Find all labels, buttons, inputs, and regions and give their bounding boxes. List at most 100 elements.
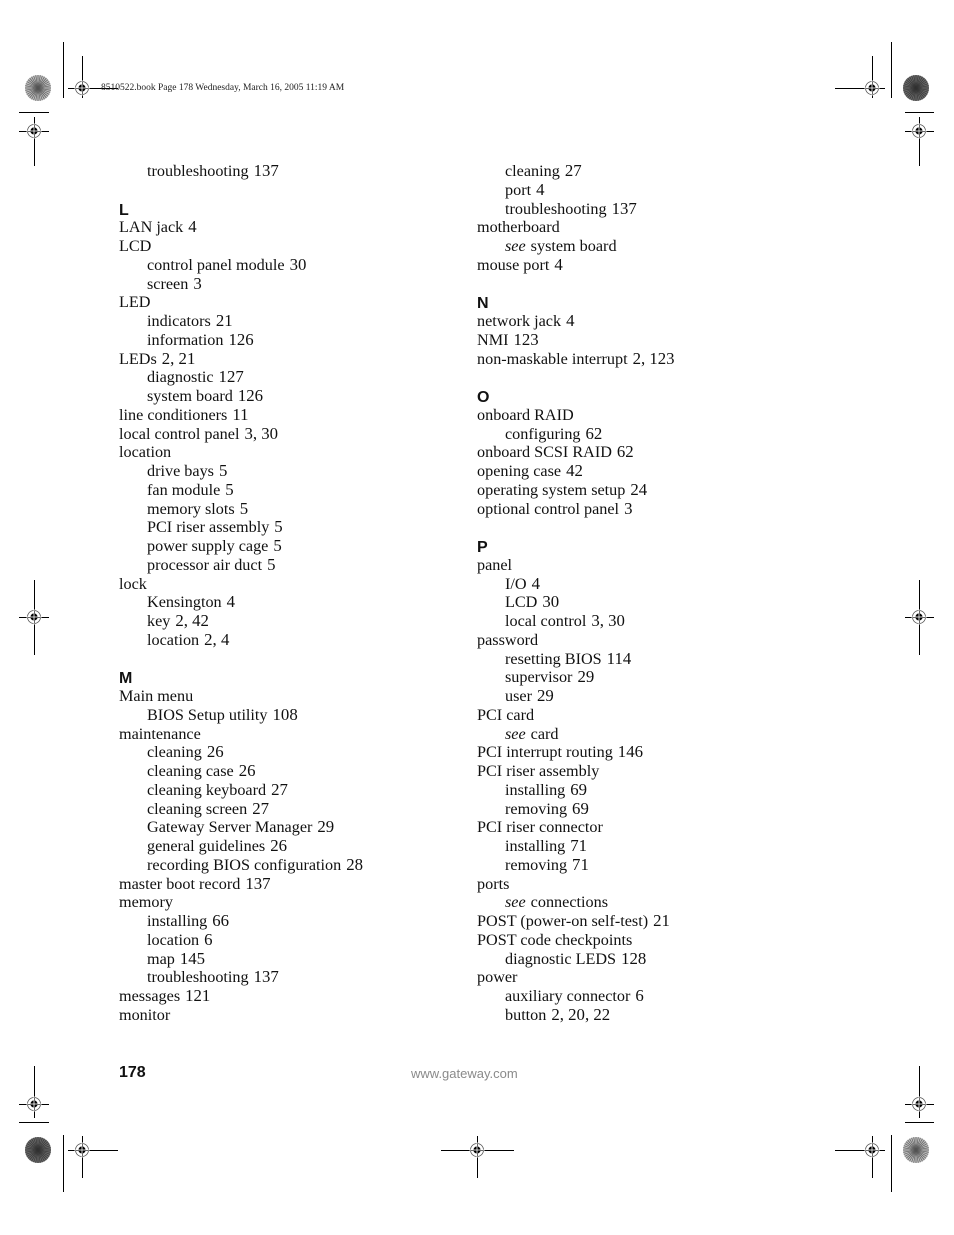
page-reference: 126	[237, 386, 264, 405]
index-subentry: memory slots 5	[119, 499, 449, 519]
index-term: mouse port	[477, 255, 550, 274]
page-reference: 4	[566, 311, 575, 330]
index-subentry: installing 71	[477, 836, 807, 856]
index-subentry: cleaning 26	[119, 742, 449, 762]
registration-target-icon	[469, 1142, 485, 1158]
index-subentry: key 2, 42	[119, 611, 449, 631]
registration-target-icon	[74, 80, 90, 96]
index-term: LCD	[505, 593, 538, 612]
index-term: POST (power-on self-test)	[477, 912, 649, 930]
index-entry: lock	[119, 575, 449, 594]
crop-line	[905, 112, 934, 113]
index-entry: PCI riser assembly	[477, 762, 807, 781]
index-term: general guidelines	[147, 837, 266, 855]
page-reference: 2, 21	[161, 348, 196, 368]
index-subentry: indicators 21	[119, 311, 449, 331]
page-reference: 27	[564, 161, 582, 180]
index-entry: opening case 42	[477, 461, 807, 481]
page-reference: 30	[289, 254, 307, 274]
page-reference: 26	[238, 761, 256, 780]
index-term: master boot record	[119, 874, 241, 893]
index-term: cleaning	[147, 743, 202, 762]
index-entry: LEDs 2, 21	[119, 348, 449, 369]
crop-line	[891, 42, 892, 98]
page-reference: 4	[188, 217, 197, 237]
registration-target-icon	[74, 1142, 90, 1158]
index-subentry: auxiliary connector 6	[477, 986, 807, 1006]
index-entry: power	[477, 968, 807, 987]
index-entry: Main menu	[119, 687, 449, 706]
index-term: system board	[147, 387, 233, 405]
index-term: map	[147, 949, 175, 968]
index-entry: panel	[477, 556, 807, 575]
page-number: 178	[119, 1064, 146, 1081]
index-term: non-maskable interrupt	[477, 349, 628, 368]
index-term: installing	[147, 912, 208, 930]
index-term: fan module	[147, 480, 221, 499]
index-entry: LAN jack 4	[119, 217, 449, 237]
index-term: cleaning screen	[147, 799, 248, 818]
registration-target-icon	[911, 1096, 927, 1112]
index-subentry: diagnostic LEDS 128	[477, 949, 807, 969]
page-reference: 62	[585, 423, 603, 443]
index-term: diagnostic	[147, 368, 214, 387]
page-reference: 145	[179, 948, 206, 968]
index-subentry: installing 66	[119, 911, 449, 931]
index-subentry: user 29	[477, 686, 807, 706]
index-entry: maintenance	[119, 725, 449, 744]
page-reference: 26	[206, 742, 224, 762]
index-term: onboard RAID	[477, 405, 574, 424]
index-subentry: cleaning screen 27	[119, 799, 449, 819]
index-term: connections	[530, 893, 608, 912]
page-reference: 137	[253, 967, 279, 987]
index-term: PCI card	[477, 705, 535, 724]
index-subentry: general guidelines 26	[119, 836, 449, 856]
index-term: messages	[119, 987, 181, 1005]
page-reference: 69	[572, 798, 589, 818]
index-term: indicators	[147, 312, 211, 330]
index-subentry: fan module 5	[119, 480, 449, 500]
page-reference: 123	[513, 329, 539, 349]
index-subentry: information 126	[119, 330, 449, 350]
index-subentry: cleaning keyboard 27	[119, 780, 449, 800]
index-term: troubleshooting	[147, 968, 249, 987]
index-term: memory slots	[147, 499, 235, 518]
index-subentry: LCD 30	[477, 592, 807, 612]
index-entry: messages 121	[119, 986, 449, 1006]
index-term: LCD	[119, 237, 152, 255]
registration-target-icon	[864, 1142, 880, 1158]
page-reference: 2, 4	[204, 629, 230, 649]
index-subentry: resetting BIOS 114	[477, 649, 807, 669]
index-term: local control panel	[119, 424, 240, 443]
index-term: key	[147, 612, 171, 630]
index-term: optional control panel	[477, 499, 620, 518]
page-reference: 137	[253, 161, 279, 180]
index-term: PCI riser assembly	[477, 762, 600, 780]
index-entry: NMI 123	[477, 329, 807, 350]
index-term: onboard SCSI RAID	[477, 443, 612, 462]
crop-line	[19, 1122, 49, 1123]
index-term: ports	[477, 874, 510, 893]
index-subentry: port 4	[477, 180, 807, 200]
index-subentry: troubleshooting 137	[477, 199, 807, 219]
index-term: button	[505, 1005, 547, 1024]
index-entry: local control panel 3, 30	[119, 423, 449, 444]
index-subentry: installing 69	[477, 780, 807, 800]
index-term: panel	[477, 555, 513, 574]
page-reference: 11	[232, 404, 249, 424]
index-entry: POST (power-on self-test) 21	[477, 911, 807, 931]
index-subentry: local control 3, 30	[477, 611, 807, 631]
index-subentry: processor air duct 5	[119, 555, 449, 575]
page-reference: 6	[204, 929, 213, 949]
page-reference: 21	[653, 911, 670, 930]
registration-target-icon	[911, 609, 927, 625]
page-reference: 3	[624, 498, 633, 518]
index-subentry: location 2, 4	[119, 629, 449, 650]
page-reference: 5	[274, 517, 283, 537]
page-reference: 2, 123	[632, 348, 675, 368]
index-term: removing	[505, 799, 568, 818]
index-subentry: see card	[477, 725, 807, 744]
page-reference: 3, 30	[244, 423, 279, 443]
index-term: drive bays	[147, 462, 214, 480]
registration-target-icon	[26, 609, 42, 625]
